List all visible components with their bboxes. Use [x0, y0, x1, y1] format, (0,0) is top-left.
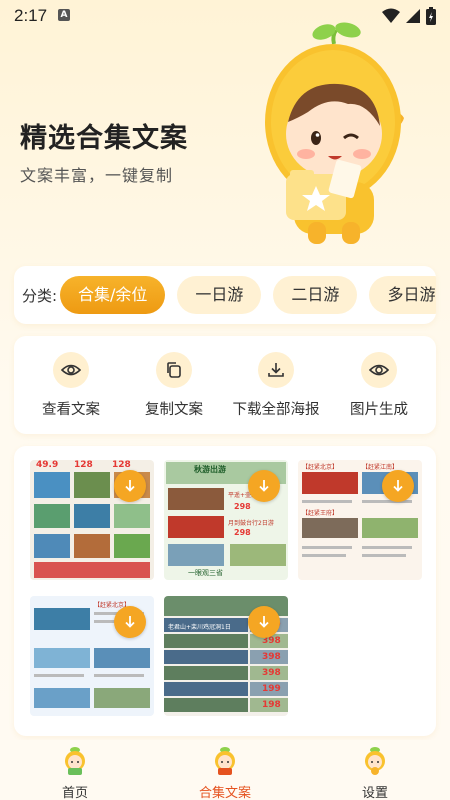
download-icon: [259, 616, 269, 628]
download-button[interactable]: [114, 470, 146, 502]
nav-label-settings: 设置: [361, 786, 388, 800]
poster-thumbnail[interactable]: 秋游出游 平遥+壶口+太原 298 月到鼓台行2日游 298 一眼观三省: [164, 460, 288, 580]
eye-icon: [361, 352, 397, 388]
collection-mascot-icon: [215, 747, 235, 775]
download-icon: [125, 480, 135, 492]
home-mascot-icon: [65, 747, 85, 775]
signal-icon: [406, 9, 420, 23]
poster-tag: 【赶紧北京】: [302, 464, 339, 471]
nav-item-settings[interactable]: 设置: [330, 746, 420, 800]
view-copy-label: 查看文案: [42, 402, 100, 418]
poster-price: 128: [112, 460, 131, 470]
copy-text-label: 复制文案: [145, 402, 203, 418]
view-copy-button[interactable]: 查看文案: [21, 352, 121, 419]
download-icon: [393, 480, 403, 492]
mascot-illustration: [265, 22, 404, 244]
poster-thumbnail[interactable]: 49.9 128 128: [30, 460, 154, 580]
download-icon: [125, 616, 135, 628]
download-button[interactable]: [114, 606, 146, 638]
category-label: 分类:: [22, 287, 58, 305]
download-icon: [258, 352, 294, 388]
category-chips: 合集/余位 一日游 二日游 多日游: [60, 276, 436, 314]
notification-icon: A: [58, 9, 70, 21]
poster-line: 老君山+栾川鸡冠洞1日: [168, 624, 231, 631]
chip-collection[interactable]: 合集/余位: [60, 276, 166, 314]
chip-multi-day[interactable]: 多日游: [369, 276, 436, 314]
bottom-nav: 首页 合集文案 设置: [0, 740, 450, 800]
download-button[interactable]: [382, 470, 414, 502]
battery-icon: [426, 7, 436, 25]
copy-icon: [156, 352, 192, 388]
nav-item-home[interactable]: 首页: [30, 746, 120, 800]
poster-price: 298: [234, 528, 251, 537]
status-time: 2:17: [14, 6, 48, 25]
image-generate-label: 图片生成: [350, 402, 408, 418]
poster-line: 一眼观三省: [188, 569, 223, 577]
nav-item-collection[interactable]: 合集文案: [180, 746, 270, 800]
action-bar: 查看文案 复制文案 下载全部海报 图片生成: [14, 336, 436, 434]
poster-line: 月到鼓台行2日游: [228, 520, 274, 527]
download-all-label: 下载全部海报: [232, 402, 320, 418]
page-title: 精选合集文案: [20, 123, 188, 154]
nav-label-collection: 合集文案: [198, 786, 251, 800]
poster-price: 198: [262, 700, 281, 710]
download-button[interactable]: [248, 470, 280, 502]
poster-price: 128: [74, 460, 93, 470]
poster-thumbnail[interactable]: 【赶紧北京】: [30, 596, 154, 716]
poster-price: 398: [262, 652, 281, 662]
chip-one-day[interactable]: 一日游: [177, 276, 262, 314]
poster-price: 49.9: [36, 460, 59, 470]
chip-two-day[interactable]: 二日游: [273, 276, 358, 314]
poster-thumbnail[interactable]: 【赶紧北京】 【赶紧江南】 【赶紧王府】: [298, 460, 422, 580]
poster-thumbnail[interactable]: 老君山+栾川鸡冠洞1日 299 398 398 398 199 198: [164, 596, 288, 716]
image-generate-button[interactable]: 图片生成: [329, 352, 429, 419]
poster-price: 199: [262, 684, 281, 694]
download-button[interactable]: [248, 606, 280, 638]
category-bar: 分类: 合集/余位 一日游 二日游 多日游: [14, 266, 436, 324]
nav-label-home: 首页: [61, 786, 88, 800]
page-subtitle: 文案丰富，一键复制: [20, 166, 174, 185]
poster-tag: 【赶紧王府】: [302, 510, 339, 517]
download-all-button[interactable]: 下载全部海报: [226, 352, 326, 419]
poster-gallery: 49.9 128 128 秋游出游 平遥+壶口+太原 298 月到鼓台行2日游 …: [14, 446, 436, 736]
eye-icon: [53, 352, 89, 388]
download-icon: [259, 480, 269, 492]
settings-mascot-icon: [365, 747, 385, 775]
poster-price: 298: [234, 502, 251, 511]
copy-text-button[interactable]: 复制文案: [124, 352, 224, 419]
poster-price: 398: [262, 668, 281, 678]
poster-title: 秋游出游: [194, 465, 226, 474]
